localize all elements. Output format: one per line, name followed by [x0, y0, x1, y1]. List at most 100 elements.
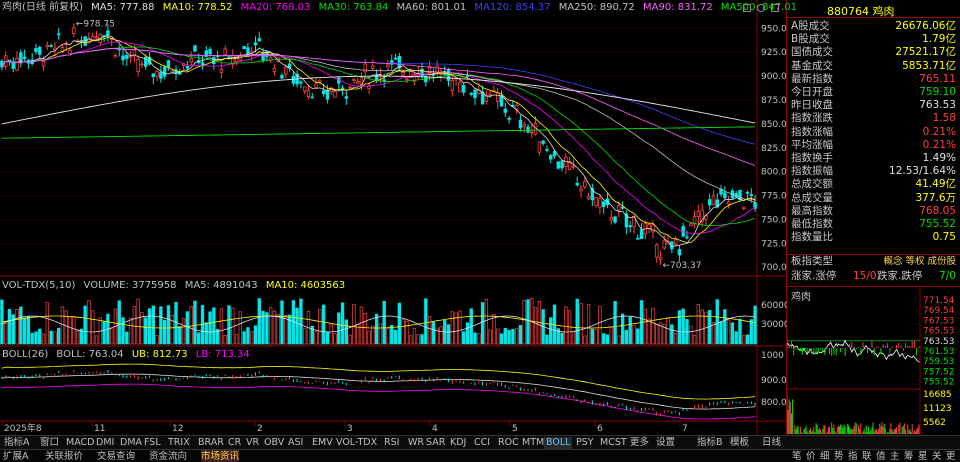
- side-function-tab[interactable]: 指: [848, 450, 858, 462]
- volume-bar: [742, 335, 746, 345]
- indicator-tab[interactable]: VOL-TDX: [334, 437, 379, 449]
- volume-bar: [303, 328, 307, 345]
- indicator-tab[interactable]: DMA: [118, 437, 144, 449]
- bottom-tab[interactable]: 市场资讯: [201, 450, 240, 462]
- indicator-tab[interactable]: BRAR: [196, 437, 226, 449]
- date-axis-label: 6: [597, 424, 603, 434]
- indicator-tab[interactable]: FSL: [142, 437, 163, 449]
- quote-row-label: 平均涨幅: [791, 138, 833, 151]
- indicator-tab[interactable]: CCI: [472, 437, 492, 449]
- volume-bar: [185, 311, 190, 345]
- candle-body: [125, 55, 129, 59]
- bottom-tab[interactable]: 扩展A: [3, 450, 29, 462]
- candle-body: [34, 48, 38, 52]
- volume-bar: [295, 307, 299, 345]
- quote-row-label: 基金成交: [791, 59, 833, 72]
- indicator-tab[interactable]: MCST: [598, 437, 629, 449]
- date-axis-label: 4: [432, 424, 438, 434]
- indicator-tab[interactable]: 设置: [654, 437, 677, 449]
- bottom-tab[interactable]: 关联报价: [45, 450, 83, 462]
- chart-canvas[interactable]: 950.00 925.00 900.00 875.00 850.00 825.00 800.…: [0, 0, 787, 435]
- volume-bar: [609, 327, 613, 345]
- candle-body: [333, 90, 337, 98]
- side-function-tab[interactable]: 值: [876, 450, 886, 462]
- board-type-value[interactable]: 概念 等权 成份股: [883, 255, 956, 268]
- volume-bar: [367, 330, 371, 345]
- chart-close-icon[interactable]: [771, 4, 779, 12]
- quote-row: 指数量比 0.75: [787, 231, 960, 244]
- indicator-tab[interactable]: VR: [244, 437, 261, 449]
- indicator-tab[interactable]: DMI: [94, 437, 116, 449]
- candle-body: [56, 33, 61, 36]
- side-function-tab[interactable]: 势: [834, 450, 844, 462]
- volume-bar: [19, 306, 23, 345]
- side-function-tab[interactable]: 细: [820, 450, 830, 462]
- side-function-tab[interactable]: 更: [946, 450, 956, 462]
- candle-body: [140, 63, 144, 66]
- bottom-tab[interactable]: 交易查询: [97, 450, 135, 462]
- volume-bar: [461, 331, 466, 345]
- volume-bar: [321, 304, 326, 345]
- candle-body: [106, 30, 110, 37]
- indicator-tab[interactable]: MTM: [520, 437, 546, 449]
- quote-row-label: 昨日收盘: [791, 99, 833, 112]
- candle-body: [321, 90, 326, 95]
- quote-row: 平均涨幅 0.21%: [787, 139, 960, 152]
- quote-row-value: 763.53: [919, 99, 956, 112]
- candle-body: [189, 58, 193, 63]
- right-tab[interactable]: 日线: [760, 437, 783, 449]
- indicator-tab[interactable]: ASI: [286, 437, 305, 449]
- side-header: 880764 鸡肉: [787, 0, 960, 18]
- indicator-tab[interactable]: 指标A: [2, 437, 32, 449]
- volume-bar: [390, 325, 394, 345]
- quote-row: 总成交额 41.49亿: [787, 178, 960, 191]
- indicator-tab[interactable]: SAR: [424, 437, 447, 449]
- volume-bar: [598, 306, 602, 345]
- indicator-tab[interactable]: EMV: [310, 437, 335, 449]
- bottom-tab[interactable]: 资金流向: [149, 450, 187, 462]
- chart-area[interactable]: 950.00 925.00 900.00 875.00 850.00 825.00 800.…: [0, 0, 797, 435]
- side-function-tab[interactable]: 笔: [792, 450, 802, 462]
- chart-expand-icon[interactable]: [743, 4, 751, 12]
- intraday-mini-chart[interactable]: 771.54769.54767.53765.53763.53761.53759.…: [787, 286, 960, 435]
- indicator-tab[interactable]: WR: [406, 437, 426, 449]
- indicator-tab[interactable]: BOLL: [544, 437, 573, 449]
- indicator-tab[interactable]: OBV: [262, 437, 286, 449]
- boll-axis-tick: 900.00: [761, 376, 787, 386]
- side-function-tab[interactable]: 联: [862, 450, 872, 462]
- indicator-tab[interactable]: PSY: [574, 437, 596, 449]
- legend-ma60: MA60: 801.01: [396, 2, 467, 13]
- indicator-tab[interactable]: RSI: [382, 437, 401, 449]
- chart-settings-icon[interactable]: [757, 4, 765, 12]
- side-function-tab[interactable]: 价: [806, 450, 816, 462]
- stock-chart-app: 950.00 925.00 900.00 875.00 850.00 825.00 800.…: [0, 0, 960, 462]
- quote-row-label: 总成交额: [791, 178, 833, 191]
- side-function-tab[interactable]: 主: [890, 450, 900, 462]
- ma-line-60: [1, 48, 756, 203]
- indicator-tab[interactable]: 窗口: [38, 437, 61, 449]
- side-function-tab[interactable]: 筹: [904, 450, 914, 462]
- indicator-tab[interactable]: ROC: [496, 437, 521, 449]
- side-function-tab[interactable]: 星: [918, 450, 928, 462]
- mini-volume-tick: 5562: [923, 418, 946, 428]
- indicator-tab[interactable]: MACD: [64, 437, 96, 449]
- side-function-tab[interactable]: 关: [932, 450, 942, 462]
- volume-bar: [749, 319, 753, 345]
- volume-bar: [193, 300, 197, 345]
- volume-bar: [715, 299, 719, 345]
- candle-body: [435, 65, 439, 73]
- price-axis-tick: 925.00: [761, 48, 787, 58]
- high-price-mark: ←978.75: [76, 19, 115, 29]
- volume-bar: [64, 310, 68, 345]
- right-tab[interactable]: 指标B: [695, 437, 725, 449]
- volume-bar: [68, 316, 72, 345]
- vol-legend-ma10: MA10: 4603563: [265, 280, 346, 291]
- indicator-tab[interactable]: KDJ: [448, 437, 468, 449]
- indicator-tab[interactable]: 更多: [628, 437, 651, 449]
- candle-body: [450, 80, 455, 91]
- candle-body: [522, 124, 526, 128]
- indicator-tab[interactable]: TRIX: [166, 437, 192, 449]
- candle-body: [473, 89, 477, 99]
- indicator-tab[interactable]: CR: [226, 437, 243, 449]
- right-tab[interactable]: 模板: [728, 437, 751, 449]
